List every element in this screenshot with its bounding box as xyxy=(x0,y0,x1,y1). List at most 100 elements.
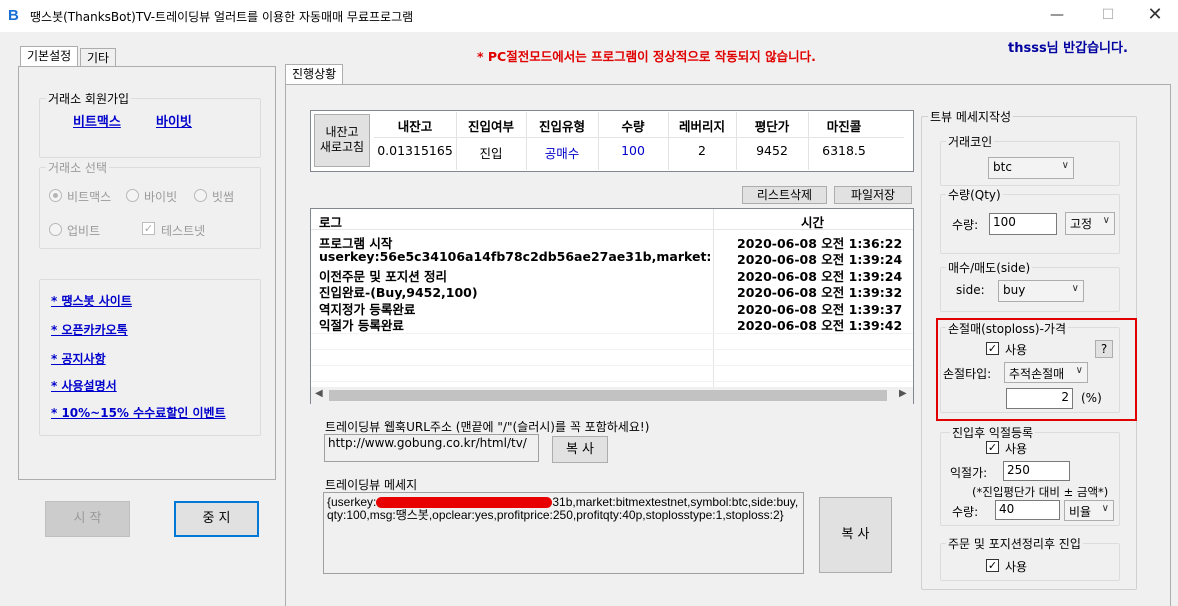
qty-mode-select[interactable]: 고정 ∨ xyxy=(1065,212,1115,235)
minimize-icon[interactable]: — xyxy=(1042,4,1072,26)
link-manual[interactable]: * 사용설명서 xyxy=(51,377,117,394)
greeting: thsss님 반갑습니다. xyxy=(1008,41,1128,56)
log-time: 2020-06-08 오전 1:39:42 xyxy=(737,318,903,333)
close-icon[interactable]: ✕ xyxy=(1140,4,1170,26)
dropdown-arrow-icon: ∨ xyxy=(1101,503,1109,514)
exchange-signup-title: 거래소 회원가입 xyxy=(46,90,132,107)
scroll-right-icon[interactable]: ▶ xyxy=(899,388,907,399)
status-value-0: 0.01315165 xyxy=(377,143,453,158)
status-header-3: 수량 xyxy=(621,119,645,134)
qty-input[interactable]: 100 xyxy=(989,213,1057,235)
takeprofit-use-checkbox[interactable]: ✓ xyxy=(986,441,999,454)
takeprofit-use-label: 사용 xyxy=(1005,442,1028,456)
log-row[interactable]: 이전주문 및 포지션 정리 2020-06-08 오전 1:39:24 xyxy=(311,266,913,284)
log-empty-row-line xyxy=(311,349,913,350)
testnet-checkbox[interactable]: ✓ xyxy=(142,222,155,235)
message-text-start: {userkey: xyxy=(327,495,377,509)
checkmark-icon: ✓ xyxy=(987,559,998,572)
radio-upbit-label: 업비트 xyxy=(67,224,101,238)
tab-basic-settings[interactable]: 기본설정 xyxy=(20,46,79,66)
copy-message-button[interactable]: 복 사 xyxy=(819,497,892,573)
copy-webhook-button[interactable]: 복 사 xyxy=(552,436,608,463)
log-row[interactable]: 역지정가 등록완료 2020-06-08 오전 1:39:37 xyxy=(311,299,913,317)
link-thanksbot-site[interactable]: * 땡스봇 사이트 xyxy=(51,292,132,309)
status-value-6: 6318.5 xyxy=(822,143,866,158)
radio-bitmex[interactable] xyxy=(49,189,62,202)
status-value-3: 100 xyxy=(621,143,645,158)
powersave-warning: * PC절전모드에서는 프로그램이 정상적으로 작동되지 않습니다. xyxy=(477,49,816,64)
log-row[interactable]: 익절가 등록완료 2020-06-08 오전 1:39:42 xyxy=(311,315,913,333)
status-header-4: 레버리지 xyxy=(678,119,725,134)
log-empty-row-line xyxy=(311,365,913,366)
status-value-5: 9452 xyxy=(756,143,788,158)
coin-value: btc xyxy=(993,160,1012,174)
dropdown-arrow-icon: ∨ xyxy=(1071,283,1079,294)
log-row[interactable]: 프로그램 시작 2020-06-08 오전 1:36:22 xyxy=(311,233,913,251)
radio-bitmex-label: 비트맥스 xyxy=(67,190,112,204)
message-field[interactable]: {userkey: 31b,market:bitmextestnet,symbol… xyxy=(323,492,804,574)
coin-select[interactable]: btc ∨ xyxy=(988,157,1074,179)
log-empty-row-line xyxy=(311,333,913,334)
log-row[interactable]: userkey:56e5c34106a14fb78c2db56ae27ae31b… xyxy=(311,249,913,267)
log-header-message[interactable]: 로그 xyxy=(319,212,342,231)
status-header-2: 진입유형 xyxy=(538,119,585,134)
side-select[interactable]: buy ∨ xyxy=(998,280,1084,302)
reentry-title: 주문 및 포지션정리후 진입 xyxy=(946,535,1083,552)
reentry-use-label: 사용 xyxy=(1005,560,1028,574)
tab-etc[interactable]: 기타 xyxy=(80,48,117,66)
webhook-url-field[interactable]: http://www.gobung.co.kr/html/tv/ xyxy=(324,434,539,462)
takeprofit-qty-mode-value: 비율 xyxy=(1069,505,1092,519)
log-empty-row-line xyxy=(311,381,913,382)
log-hscrollbar[interactable]: ◀ ▶ xyxy=(311,387,913,404)
status-header-6: 마진콜 xyxy=(826,119,862,134)
takeprofit-note: (*진입평단가 대비 ± 금액*) xyxy=(972,485,1109,499)
link-fee-discount-event[interactable]: * 10%~15% 수수료할인 이벤트 xyxy=(51,404,226,421)
log-row[interactable]: 진입완료-(Buy,9452,100) 2020-06-08 오전 1:39:32 xyxy=(311,282,913,300)
takeprofit-qty-label: 수량: xyxy=(952,505,979,519)
link-open-kakaotalk[interactable]: * 오픈카카오톡 xyxy=(51,321,128,338)
clear-list-button[interactable]: 리스트삭제 xyxy=(742,186,827,204)
stop-button[interactable]: 중 지 xyxy=(174,501,259,537)
link-bitmex-signup[interactable]: 비트맥스 xyxy=(73,111,121,130)
start-button[interactable]: 시 작 xyxy=(45,501,130,537)
radio-bithumb[interactable] xyxy=(194,189,207,202)
scroll-left-icon[interactable]: ◀ xyxy=(315,388,323,399)
status-header-0: 내잔고 xyxy=(397,119,433,134)
takeprofit-qty-input[interactable]: 40 xyxy=(995,500,1060,520)
side-label: side: xyxy=(956,283,985,297)
highlight-box xyxy=(936,318,1137,421)
dropdown-arrow-icon: ∨ xyxy=(1102,215,1110,226)
status-value-4: 2 xyxy=(698,143,706,158)
log-header-time[interactable]: 시간 xyxy=(801,212,824,231)
refresh-balance-button[interactable]: 내잔고 새로고침 xyxy=(314,114,370,167)
dropdown-arrow-icon: ∨ xyxy=(1061,160,1069,171)
side-value: buy xyxy=(1003,283,1026,297)
takeprofit-price-label: 익절가: xyxy=(950,466,988,480)
takeprofit-qty-mode-select[interactable]: 비율 ∨ xyxy=(1064,500,1114,521)
side-title: 매수/매도(side) xyxy=(946,259,1033,276)
status-row-divider xyxy=(374,137,904,138)
status-header-1: 진입여부 xyxy=(467,119,514,134)
radio-bybit[interactable] xyxy=(126,189,139,202)
testnet-label: 테스트넷 xyxy=(161,224,206,238)
status-value-2: 공매수 xyxy=(544,146,580,161)
qty-title: 수량(Qty) xyxy=(946,186,1003,203)
radio-bybit-label: 바이빗 xyxy=(144,190,178,204)
link-bybit-signup[interactable]: 바이빗 xyxy=(156,111,192,130)
redacted-userkey xyxy=(376,497,553,509)
log-message: userkey:56e5c34106a14fb78c2db56ae27ae31b… xyxy=(319,249,711,265)
save-file-button[interactable]: 파일저장 xyxy=(834,186,912,204)
maximize-icon[interactable]: ☐ xyxy=(1093,4,1123,26)
message-builder-title: 트뷰 메세지작성 xyxy=(928,108,1014,125)
checkmark-icon: ✓ xyxy=(987,441,998,454)
reentry-use-checkbox[interactable]: ✓ xyxy=(986,559,999,572)
message-label: 트레이딩뷰 메세지 xyxy=(325,478,418,492)
link-notice[interactable]: * 공지사항 xyxy=(51,350,106,367)
log-table: 로그 시간 프로그램 시작 2020-06-08 오전 1:36:22 userke… xyxy=(310,208,914,404)
tab-progress[interactable]: 진행상황 xyxy=(285,64,344,84)
exchange-select-title: 거래소 선택 xyxy=(46,159,110,176)
radio-upbit[interactable] xyxy=(49,223,62,236)
scroll-thumb[interactable] xyxy=(329,390,887,401)
takeprofit-price-input[interactable]: 250 xyxy=(1003,461,1070,481)
checkmark-icon: ✓ xyxy=(143,222,154,235)
